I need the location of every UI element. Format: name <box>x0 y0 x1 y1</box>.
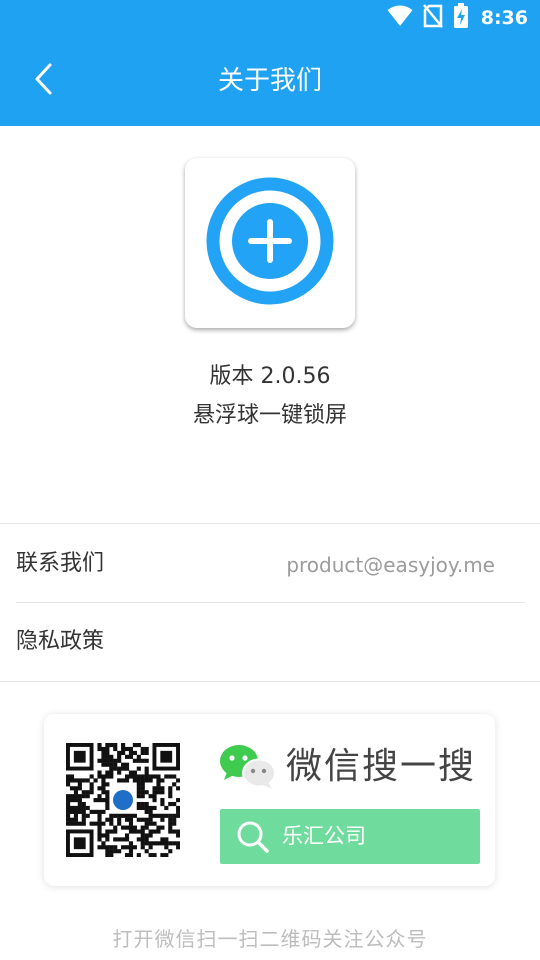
privacy-label: 隐私政策 <box>16 629 105 654</box>
version-text: 版本 2.0.56 <box>209 364 331 389</box>
battery-charging-icon <box>453 3 469 33</box>
wechat-search-headline: 微信搜一搜 <box>286 746 477 787</box>
status-time: 8:36 <box>480 7 528 29</box>
app-logo <box>185 158 355 328</box>
wechat-promo-card: 微信搜一搜 乐汇公司 <box>44 714 495 886</box>
qr-code-icon <box>66 743 181 858</box>
app-bar: 关于我们 <box>0 36 540 126</box>
contact-email[interactable]: product@easyjoy.me <box>286 551 495 579</box>
no-sim-icon <box>422 4 443 32</box>
status-bar: 8:36 <box>0 0 540 36</box>
divider <box>0 523 540 524</box>
plus-circle-icon <box>205 176 335 310</box>
privacy-policy-row[interactable]: 隐私政策 <box>0 603 540 681</box>
wifi-icon <box>387 5 413 31</box>
page-title: 关于我们 <box>217 66 322 96</box>
footer-hint: 打开微信扫一扫二维码关注公众号 <box>112 927 428 951</box>
search-text: 乐汇公司 <box>282 824 366 848</box>
wechat-icon <box>219 744 277 790</box>
app-name: 悬浮球一键锁屏 <box>192 403 347 428</box>
wechat-search-box[interactable]: 乐汇公司 <box>220 809 480 864</box>
search-icon <box>236 820 270 854</box>
contact-label: 联系我们 <box>16 551 105 576</box>
divider <box>0 681 540 682</box>
contact-row[interactable]: 联系我们 product@easyjoy.me <box>0 525 540 603</box>
status-icons: 8:36 <box>387 3 528 33</box>
